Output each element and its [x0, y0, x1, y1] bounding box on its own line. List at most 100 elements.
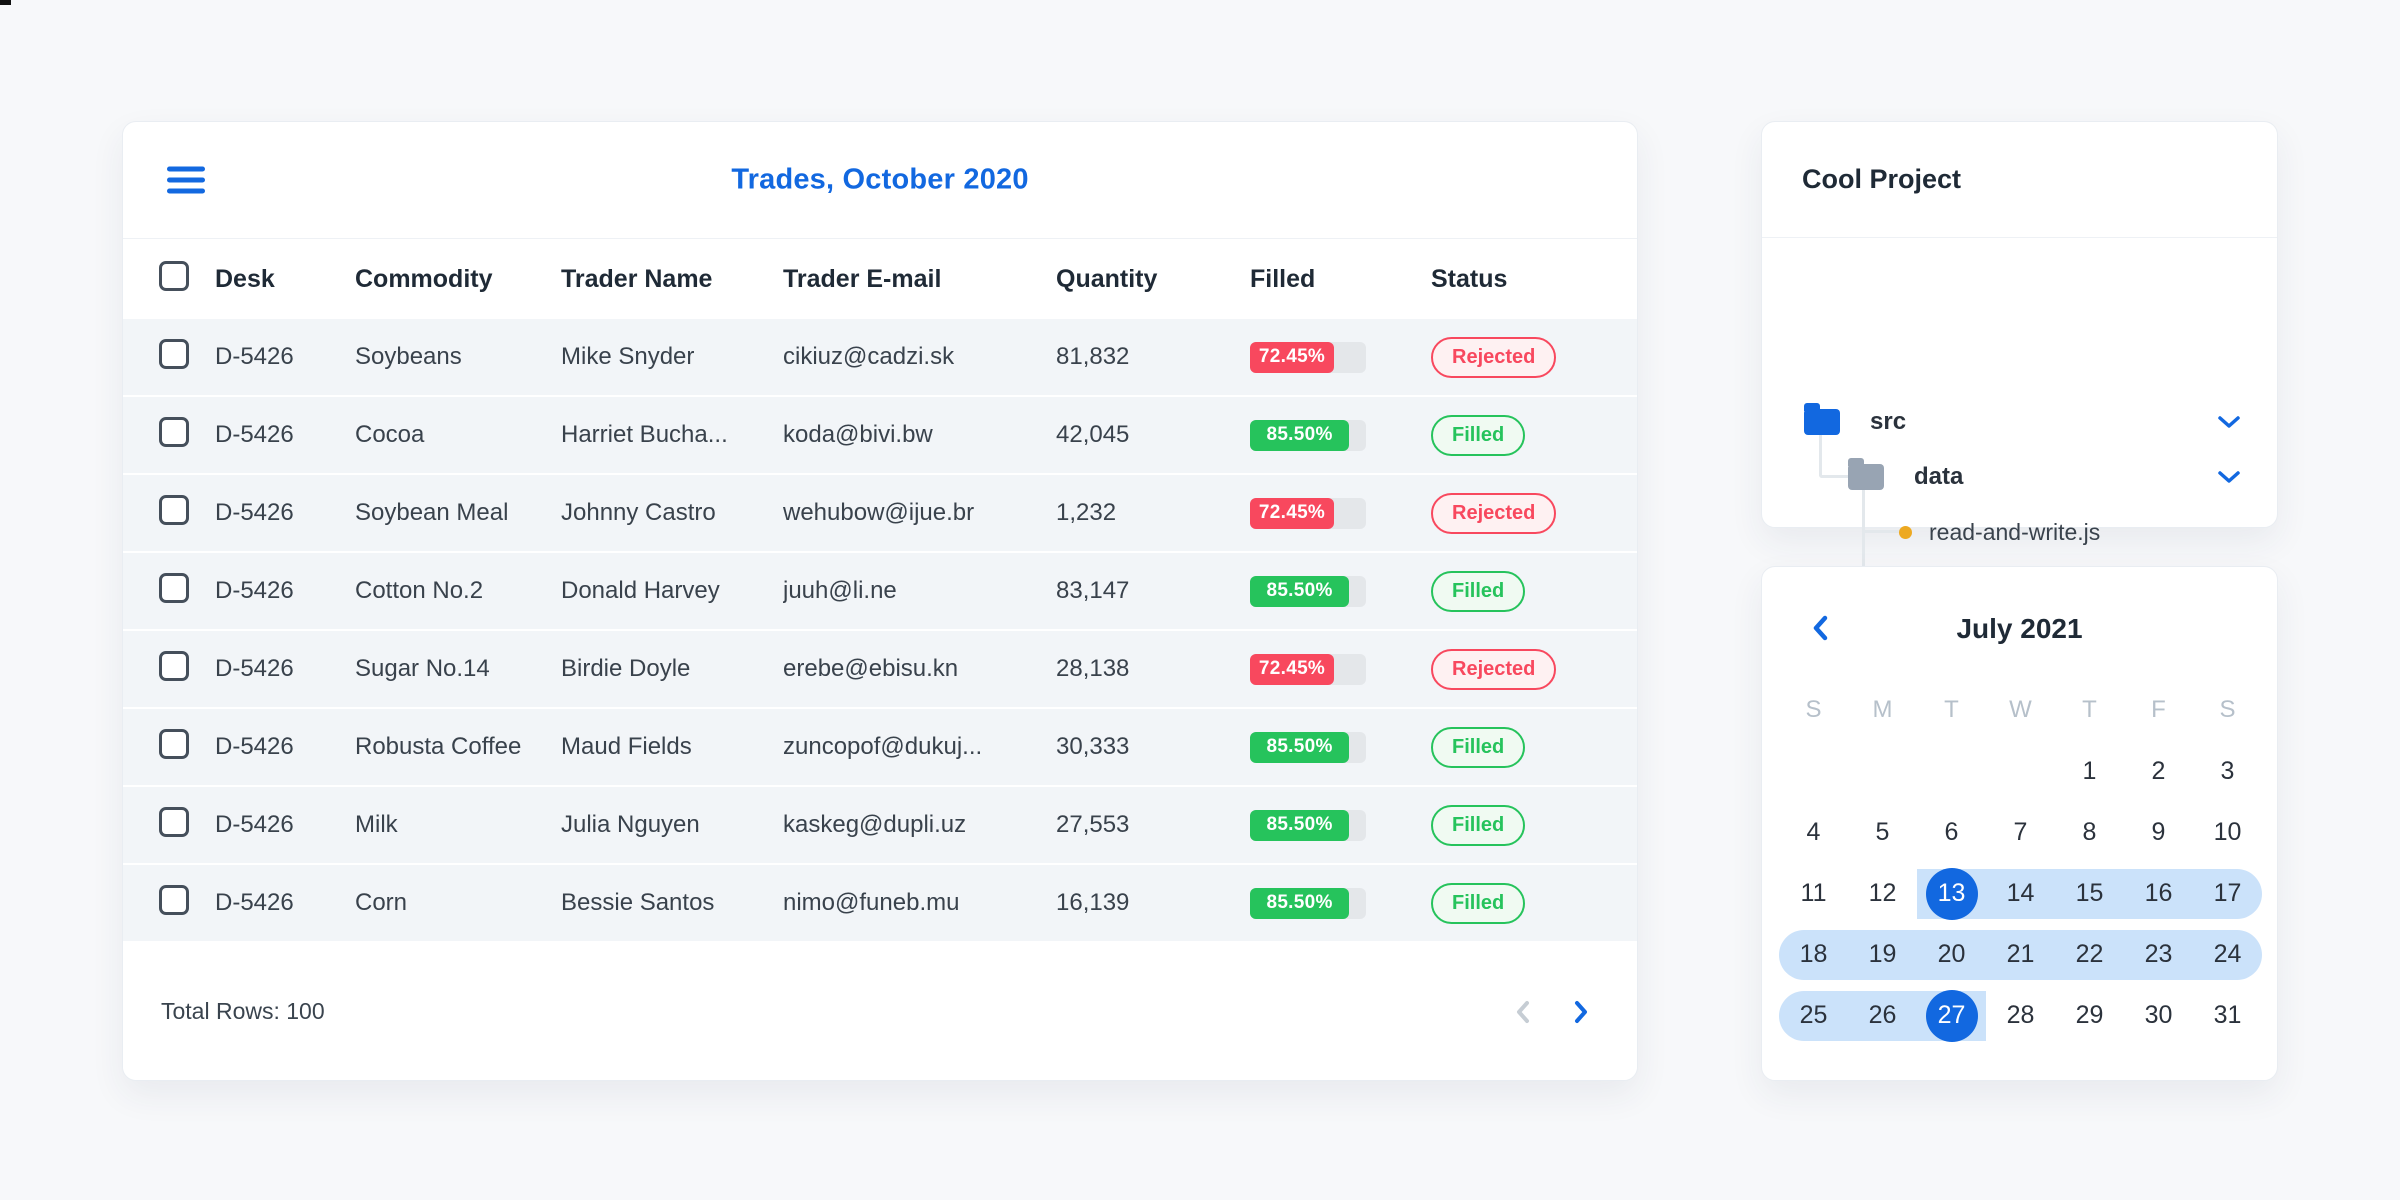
- calendar-day[interactable]: 20: [1917, 924, 1986, 985]
- calendar-empty-cell: [1917, 741, 1986, 802]
- filled-progress-bar: 72.45%: [1250, 341, 1366, 373]
- tree-folder-src[interactable]: src: [1762, 400, 2279, 444]
- project-header: Cool Project: [1762, 122, 2277, 238]
- cell-trader-email: erebe@ebisu.kn: [783, 655, 959, 682]
- calendar-empty-cell: [1848, 741, 1917, 802]
- column-header-filled: Filled: [1250, 264, 1316, 293]
- select-all-checkbox[interactable]: [159, 260, 189, 291]
- cell-trader-email: zuncopof@dukuj...: [783, 733, 983, 760]
- cell-commodity: Soybean Meal: [355, 499, 509, 526]
- calendar-day[interactable]: 16: [2124, 863, 2193, 924]
- cell-commodity: Corn: [355, 889, 408, 916]
- calendar-day[interactable]: 8: [2055, 802, 2124, 863]
- calendar-day-header: F: [2151, 696, 2166, 723]
- cell-quantity: 81,832: [1056, 343, 1130, 370]
- filled-progress-bar: 72.45%: [1250, 497, 1366, 529]
- table-header-row: Desk Commodity Trader Name Trader E-mail…: [123, 239, 1637, 319]
- calendar-day[interactable]: 31: [2193, 985, 2262, 1046]
- status-badge: Filled: [1431, 804, 1526, 846]
- calendar-day[interactable]: 10: [2193, 802, 2262, 863]
- calendar-day-headers: SMTWTFS: [1779, 679, 2262, 741]
- calendar-day[interactable]: 21: [1986, 924, 2055, 985]
- calendar-day[interactable]: 17: [2193, 863, 2262, 924]
- row-checkbox[interactable]: [159, 416, 189, 447]
- cell-trader-email: cikiuz@cadzi.sk: [783, 343, 955, 370]
- filled-progress-bar: 85.50%: [1250, 887, 1366, 919]
- calendar-day[interactable]: 14: [1986, 863, 2055, 924]
- calendar-day-header: S: [2219, 696, 2236, 723]
- table-row: D-5426 Cotton No.2 Donald Harvey juuh@li…: [123, 553, 1637, 631]
- calendar-day[interactable]: 24: [2193, 924, 2262, 985]
- cell-trader-email: kaskeg@dupli.uz: [783, 811, 967, 838]
- calendar-day[interactable]: 28: [1986, 985, 2055, 1046]
- calendar-month-title: July 2021: [1956, 613, 2083, 644]
- row-checkbox[interactable]: [159, 650, 189, 681]
- cell-trader-name: Johnny Castro: [561, 499, 716, 526]
- calendar-day[interactable]: 11: [1779, 863, 1848, 924]
- cell-trader-name: Mike Snyder: [561, 343, 695, 370]
- calendar-day[interactable]: 4: [1779, 802, 1848, 863]
- calendar-day[interactable]: 6: [1917, 802, 1986, 863]
- calendar-day[interactable]: 12: [1848, 863, 1917, 924]
- cell-quantity: 16,139: [1056, 889, 1130, 916]
- calendar-day[interactable]: 5: [1848, 802, 1917, 863]
- cell-trader-name: Birdie Doyle: [561, 655, 691, 682]
- calendar-day-header: S: [1805, 696, 1822, 723]
- row-checkbox[interactable]: [159, 884, 189, 915]
- row-checkbox[interactable]: [159, 338, 189, 369]
- table-row: D-5426 Milk Julia Nguyen kaskeg@dupli.uz…: [123, 787, 1637, 865]
- calendar-day[interactable]: 3: [2193, 741, 2262, 802]
- calendar-day[interactable]: 15: [2055, 863, 2124, 924]
- calendar-day-header: T: [2082, 696, 2097, 723]
- calendar-day[interactable]: 23: [2124, 924, 2193, 985]
- row-checkbox[interactable]: [159, 806, 189, 837]
- calendar-day[interactable]: 25: [1779, 985, 1848, 1046]
- calendar-day[interactable]: 2: [2124, 741, 2193, 802]
- calendar-day[interactable]: 19: [1848, 924, 1917, 985]
- cell-trader-name: Donald Harvey: [561, 577, 720, 604]
- cell-trader-name: Harriet Bucha...: [561, 421, 728, 448]
- status-badge: Rejected: [1431, 492, 1557, 534]
- table-row: D-5426 Soybean Meal Johnny Castro wehubo…: [123, 475, 1637, 553]
- calendar-day[interactable]: 1: [2055, 741, 2124, 802]
- calendar-day[interactable]: 29: [2055, 985, 2124, 1046]
- trades-table-body: D-5426 Soybeans Mike Snyder cikiuz@cadzi…: [123, 319, 1637, 943]
- chevron-down-icon[interactable]: [2217, 470, 2241, 484]
- trades-panel: Trades, October 2020 Desk Commodity Trad…: [122, 121, 1638, 1081]
- filled-bar-fill: 85.50%: [1250, 887, 1350, 919]
- cell-commodity: Milk: [355, 811, 398, 838]
- table-row: D-5426 Soybeans Mike Snyder cikiuz@cadzi…: [123, 319, 1637, 397]
- cell-trader-email: wehubow@ijue.br: [783, 499, 975, 526]
- calendar-day[interactable]: 7: [1986, 802, 2055, 863]
- cell-trader-name: Bessie Santos: [561, 889, 715, 916]
- cell-quantity: 83,147: [1056, 577, 1130, 604]
- chevron-down-icon[interactable]: [2217, 415, 2241, 429]
- calendar-day[interactable]: 30: [2124, 985, 2193, 1046]
- calendar-day[interactable]: 18: [1779, 924, 1848, 985]
- tree-file-read-and-write[interactable]: read-and-write.js: [1762, 510, 2279, 554]
- status-badge: Filled: [1431, 726, 1526, 768]
- chevron-left-icon[interactable]: [1511, 997, 1535, 1027]
- calendar-day[interactable]: 9: [2124, 802, 2193, 863]
- row-checkbox[interactable]: [159, 572, 189, 603]
- cell-commodity: Soybeans: [355, 343, 462, 370]
- filled-bar-label: 85.50%: [1266, 580, 1333, 601]
- calendar-day[interactable]: 22: [2055, 924, 2124, 985]
- row-checkbox[interactable]: [159, 494, 189, 525]
- project-title: Cool Project: [1802, 164, 1962, 194]
- screen-artifact: [0, 0, 11, 5]
- row-checkbox[interactable]: [159, 728, 189, 759]
- calendar-prev-month-icon[interactable]: [1810, 613, 1830, 643]
- column-header-commodity: Commodity: [355, 264, 493, 293]
- chevron-right-icon[interactable]: [1569, 997, 1593, 1027]
- calendar-day[interactable]: 26: [1848, 985, 1917, 1046]
- status-badge: Filled: [1431, 882, 1526, 924]
- calendar-day[interactable]: 13: [1917, 863, 1986, 924]
- tree-folder-data[interactable]: data: [1762, 455, 2279, 499]
- calendar-day[interactable]: 27: [1917, 985, 1986, 1046]
- cell-quantity: 42,045: [1056, 421, 1130, 448]
- filled-bar-fill: 72.45%: [1250, 653, 1335, 685]
- filled-bar-fill: 72.45%: [1250, 497, 1335, 529]
- column-header-quantity: Quantity: [1056, 264, 1158, 293]
- cell-desk: D-5426: [215, 499, 294, 526]
